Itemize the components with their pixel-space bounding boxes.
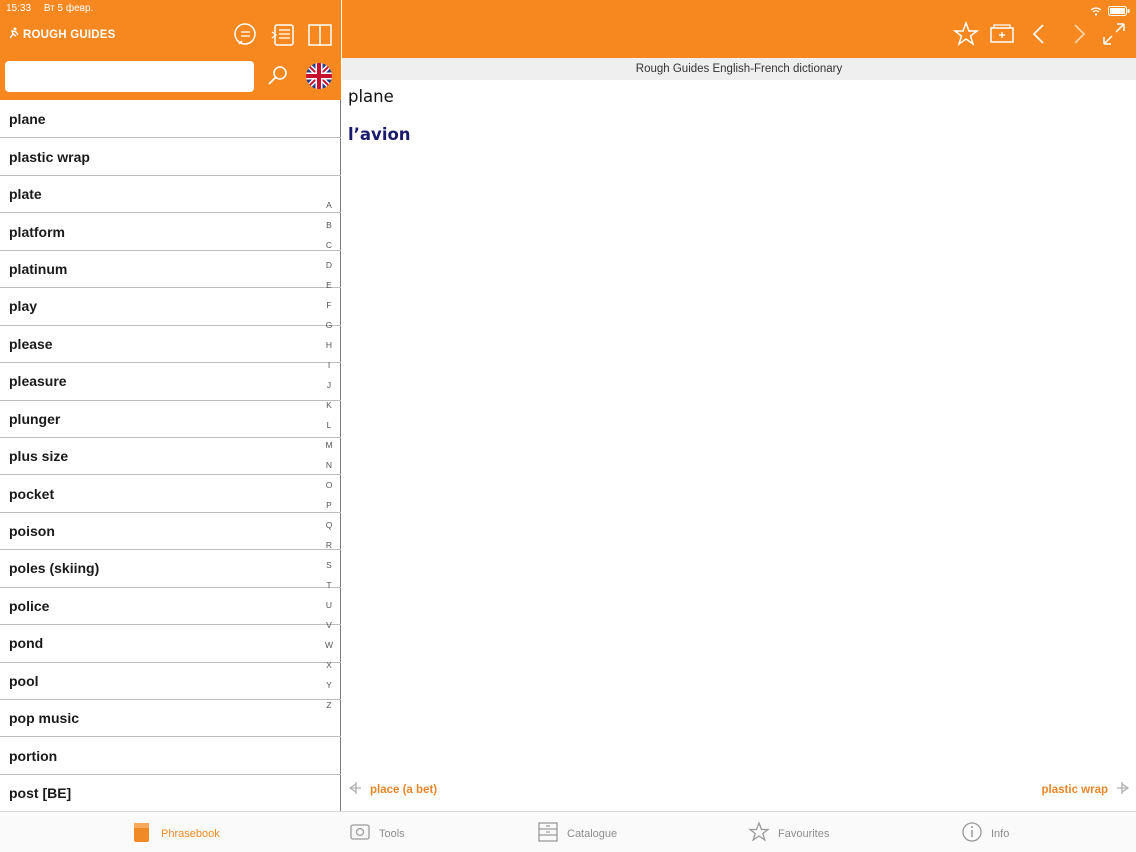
alphabet-letter[interactable]: D (322, 255, 336, 275)
alphabet-letter[interactable]: L (322, 415, 336, 435)
left-pane: 15:33 Вт 5 февр. ROUGH GUIDES plane plas… (0, 0, 341, 811)
word-list-item[interactable]: pond (0, 625, 341, 663)
alphabet-letter[interactable]: A (322, 195, 336, 215)
word-list-item[interactable]: plunger (0, 401, 341, 438)
tab-label: Info (991, 827, 1010, 840)
dictionary-title: Rough Guides English-French dictionary (342, 58, 1136, 80)
alphabet-letter[interactable]: Q (322, 515, 336, 535)
alphabet-letter[interactable]: U (322, 595, 336, 615)
word-list-item[interactable]: police (0, 588, 341, 626)
alphabet-letter[interactable]: G (322, 315, 336, 335)
alphabet-letter[interactable]: X (322, 655, 336, 675)
tab-tools[interactable]: Tools (349, 821, 405, 846)
search-icon[interactable] (266, 64, 290, 88)
word-list-item[interactable]: pop music (0, 700, 341, 738)
word-list-item[interactable]: pleasure (0, 363, 341, 401)
conversation-icon[interactable] (233, 22, 259, 48)
tools-icon (349, 821, 371, 846)
alphabet-letter[interactable]: T (322, 575, 336, 595)
tab-catalogue[interactable]: Catalogue (537, 821, 617, 846)
word-list-item[interactable]: poles (skiing) (0, 550, 341, 588)
back-chevron-icon[interactable] (1026, 20, 1054, 48)
alphabet-letter[interactable]: Y (322, 675, 336, 695)
left-header: 15:33 Вт 5 февр. ROUGH GUIDES (0, 0, 341, 100)
word-list-item[interactable]: plate (0, 176, 341, 214)
alphabet-index[interactable]: ABCDEFGHIJKLMNOPQRSTUVWXYZ (322, 195, 336, 715)
alphabet-letter[interactable]: B (322, 215, 336, 235)
tab-favourites[interactable]: Favourites (748, 821, 829, 846)
tab-label: Favourites (778, 827, 830, 840)
brand-logo: ROUGH GUIDES (8, 27, 116, 42)
tab-phrasebook[interactable]: Phrasebook (131, 821, 220, 846)
word-list-item[interactable]: pool (0, 663, 341, 700)
add-to-folder-icon[interactable] (988, 20, 1016, 48)
word-list-item[interactable]: please (0, 326, 341, 364)
previous-entry-label: place (a bet) (370, 783, 438, 796)
status-bar-left: 15:33 Вт 5 февр. (6, 3, 103, 14)
entry-translation: l’avion (348, 125, 411, 144)
word-list-item[interactable]: platinum (0, 251, 341, 289)
word-list-item[interactable]: plane (0, 101, 341, 139)
word-list-item[interactable]: poison (0, 513, 341, 551)
app-root: 15:33 Вт 5 февр. ROUGH GUIDES plane plas… (0, 0, 1136, 852)
book-icon[interactable] (307, 22, 333, 48)
alphabet-letter[interactable]: H (322, 335, 336, 355)
alphabet-letter[interactable]: C (322, 235, 336, 255)
status-date: Вт 5 февр. (43, 3, 94, 14)
alphabet-letter[interactable]: R (322, 535, 336, 555)
alphabet-letter[interactable]: V (322, 615, 336, 635)
tab-label: Tools (379, 827, 405, 840)
alphabet-letter[interactable]: F (322, 295, 336, 315)
star-icon (748, 821, 770, 846)
status-bar-right (1090, 3, 1130, 21)
alphabet-letter[interactable]: N (322, 455, 336, 475)
tab-label: Catalogue (567, 827, 618, 840)
next-entry-link[interactable]: plastic wrap (1042, 780, 1132, 799)
tab-bar: Phrasebook Tools Catalogue Favourites In… (0, 811, 1136, 852)
word-list-item[interactable]: plastic wrap (0, 138, 341, 176)
right-header (342, 0, 1136, 58)
word-list-item[interactable]: portion (0, 737, 341, 775)
search-input[interactable] (5, 61, 254, 92)
alphabet-letter[interactable]: O (322, 475, 336, 495)
previous-entry-link[interactable]: place (a bet) (346, 780, 437, 799)
word-list: plane plastic wrap plate platform platinum pl… (0, 101, 341, 811)
wifi-icon (1090, 3, 1102, 21)
forward-chevron-icon[interactable] (1064, 20, 1092, 48)
previous-arrow-icon (346, 780, 362, 799)
right-pane: Rough Guides English-French dictionary p… (342, 0, 1136, 811)
alphabet-letter[interactable]: J (322, 375, 336, 395)
alphabet-letter[interactable]: I (322, 355, 336, 375)
alphabet-letter[interactable]: E (322, 275, 336, 295)
catalogue-icon (537, 821, 559, 846)
alphabet-letter[interactable]: P (322, 495, 336, 515)
word-list-item[interactable]: platform (0, 213, 341, 251)
tab-label: Phrasebook (161, 827, 220, 840)
info-icon (961, 821, 983, 846)
alphabet-letter[interactable]: Z (322, 695, 336, 715)
status-time: 15:33 (6, 3, 32, 14)
star-icon[interactable] (952, 20, 980, 48)
brand-name: ROUGH GUIDES (23, 28, 116, 41)
word-list-item[interactable]: post [BE] (0, 775, 341, 811)
next-entry-label: plastic wrap (1041, 783, 1108, 796)
battery-icon (1108, 3, 1130, 21)
alphabet-letter[interactable]: K (322, 395, 336, 415)
next-arrow-icon (1116, 780, 1132, 799)
runner-icon (8, 27, 20, 42)
expand-icon[interactable] (1100, 20, 1128, 48)
tab-info[interactable]: Info (961, 821, 1009, 846)
uk-flag-icon[interactable] (306, 63, 332, 89)
phrasebook-icon (131, 821, 153, 846)
phrase-list-icon[interactable] (270, 22, 296, 48)
word-list-item[interactable]: plus size (0, 438, 341, 476)
word-list-item[interactable]: pocket (0, 475, 341, 513)
alphabet-letter[interactable]: S (322, 555, 336, 575)
word-list-item[interactable]: play (0, 288, 341, 326)
entry-headword: plane (348, 87, 394, 106)
alphabet-letter[interactable]: M (322, 435, 336, 455)
alphabet-letter[interactable]: W (322, 635, 336, 655)
